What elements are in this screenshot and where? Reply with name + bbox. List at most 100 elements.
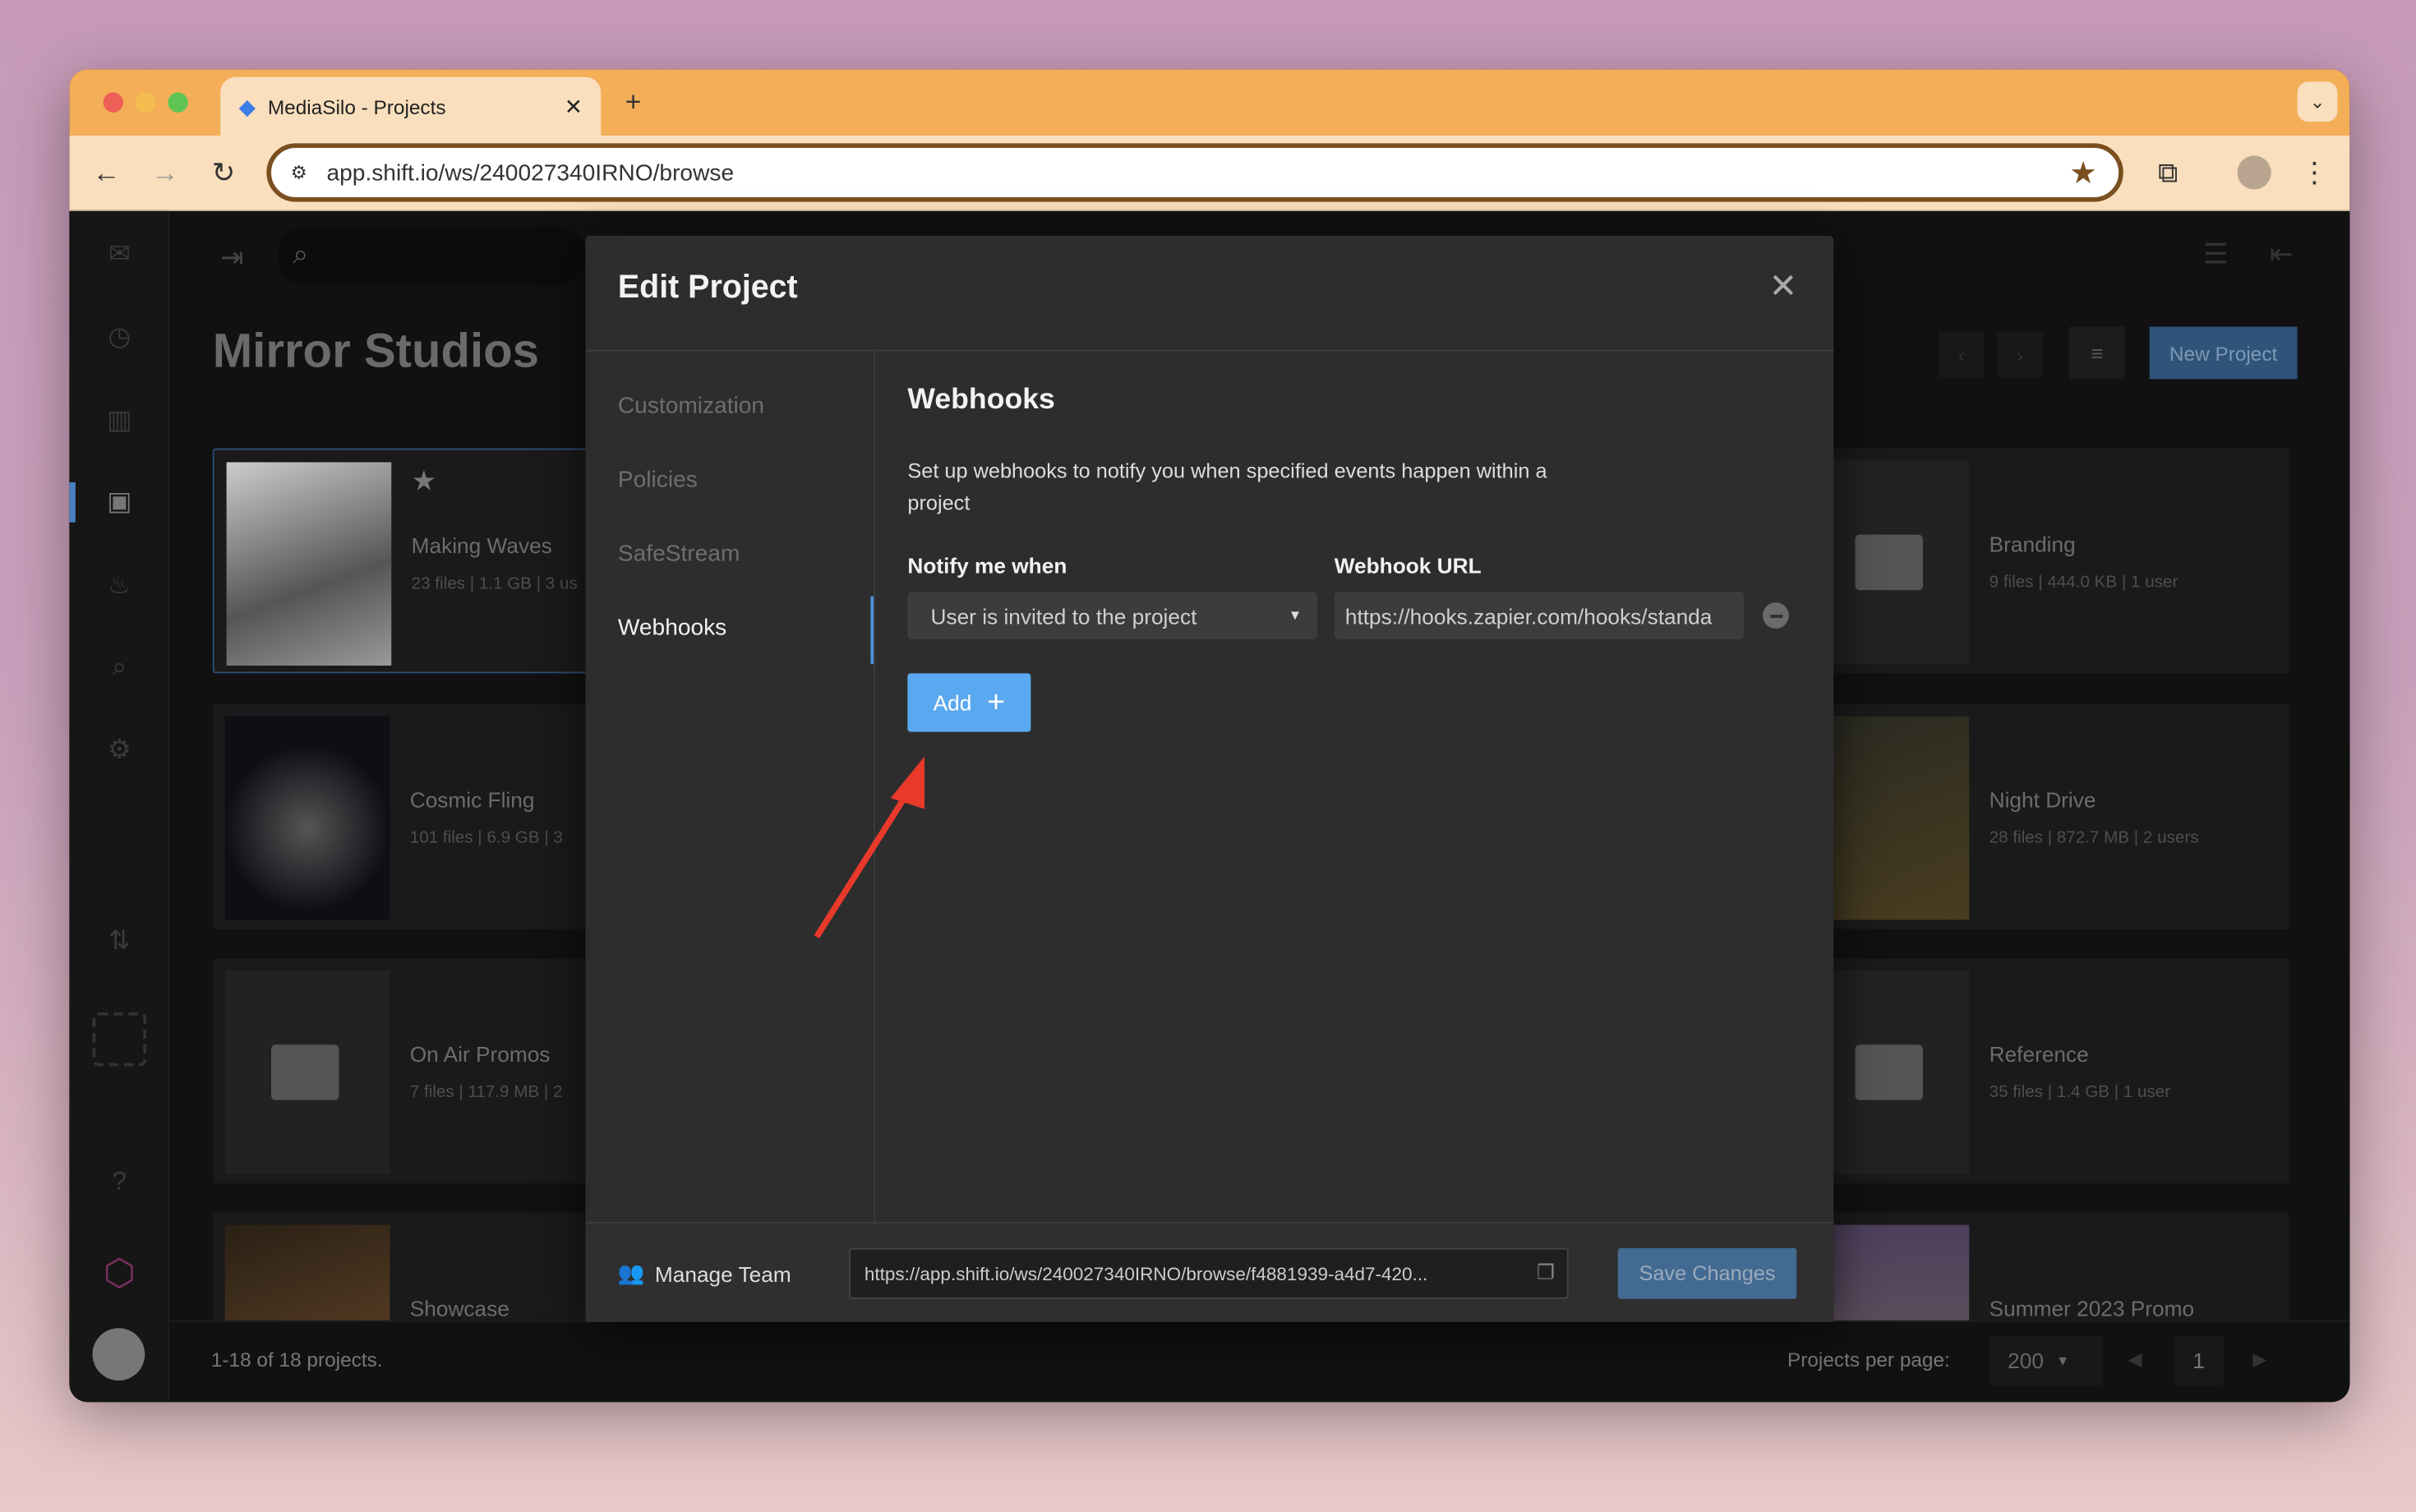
project-thumbnail bbox=[1833, 970, 1970, 1174]
nav-safestream[interactable]: SafeStream bbox=[618, 541, 740, 567]
project-title: Cosmic Fling bbox=[409, 787, 535, 813]
recent-icon[interactable]: ◷ bbox=[69, 322, 169, 353]
section-description: Set up webhooks to notify you when speci… bbox=[907, 459, 1547, 515]
archive-box-icon bbox=[271, 1044, 339, 1100]
prev-arrow-button[interactable]: ‹ bbox=[1938, 331, 1985, 378]
project-title: Night Drive bbox=[1989, 787, 2096, 813]
tab-search-chevron-icon[interactable]: ⌄ bbox=[2297, 81, 2338, 122]
url-text: app.shift.io/ws/240027340IRNO/browse bbox=[326, 159, 735, 186]
maximize-window-button[interactable] bbox=[168, 92, 188, 113]
inbox-icon[interactable]: ✉ bbox=[69, 239, 169, 270]
project-card[interactable]: Reference 35 files | 1.4 GB | 1 user bbox=[1753, 958, 2290, 1183]
chevron-down-icon: ▼ bbox=[1288, 606, 1303, 623]
mediasilo-logo-icon: ◆ bbox=[238, 93, 256, 118]
per-page-label: Projects per page: bbox=[1787, 1348, 1950, 1371]
plus-icon: + bbox=[987, 685, 1006, 719]
notify-event-select[interactable]: User is invited to the project ▼ bbox=[907, 592, 1318, 640]
per-page-value: 200 bbox=[2008, 1348, 2044, 1373]
share-url-field[interactable]: https://app.shift.io/ws/240027340IRNO/br… bbox=[849, 1247, 1569, 1299]
project-title: Reference bbox=[1989, 1041, 2089, 1067]
add-webhook-button[interactable]: Add + bbox=[907, 673, 1031, 732]
modal-title: Edit Project bbox=[617, 270, 798, 306]
project-card[interactable]: Summer 2023 Promo bbox=[1753, 1212, 2290, 1321]
project-thumbnail bbox=[224, 1224, 390, 1321]
address-bar[interactable]: ⚙ app.shift.io/ws/240027340IRNO/browse ★ bbox=[266, 143, 2123, 202]
nav-webhooks[interactable]: Webhooks bbox=[618, 615, 726, 641]
analytics-icon[interactable]: ▥ bbox=[69, 405, 169, 436]
upload-dropzone[interactable] bbox=[92, 1012, 147, 1067]
collapse-right-icon[interactable]: ⇤ bbox=[2270, 239, 2293, 271]
user-avatar[interactable] bbox=[92, 1328, 145, 1381]
browser-tab[interactable]: ◆ MediaSilo - Projects ✕ bbox=[220, 76, 602, 136]
section-title: Webhooks bbox=[907, 383, 1055, 417]
nav-policies[interactable]: Policies bbox=[618, 467, 698, 493]
settings-icon[interactable]: ⚙ bbox=[69, 735, 169, 766]
archive-box-icon bbox=[1855, 534, 1923, 591]
per-page-select[interactable]: 200 ▼ bbox=[1989, 1335, 2104, 1385]
project-title: Making Waves bbox=[411, 532, 552, 558]
share-url-value: https://app.shift.io/ws/240027340IRNO/br… bbox=[864, 1262, 1428, 1284]
add-label: Add bbox=[933, 690, 972, 715]
project-thumbnail bbox=[1833, 460, 1970, 665]
annotation-arrow bbox=[814, 756, 924, 939]
project-thumbnail bbox=[1833, 716, 1970, 920]
modal-footer: 👥 Manage Team https://app.shift.io/ws/24… bbox=[585, 1221, 1834, 1322]
project-thumbnail bbox=[224, 716, 390, 920]
profile-avatar[interactable] bbox=[2237, 155, 2271, 190]
search-icon: ⌕ bbox=[293, 238, 309, 270]
browser-toolbar: ← → ↻ ⚙ app.shift.io/ws/240027340IRNO/br… bbox=[69, 136, 2350, 211]
copy-icon[interactable]: ❐ bbox=[1537, 1261, 1555, 1285]
project-card[interactable]: Night Drive 28 files | 872.7 MB | 2 user… bbox=[1753, 703, 2290, 929]
project-meta: 101 files | 6.9 GB | 3 bbox=[409, 828, 563, 848]
project-title: Summer 2023 Promo bbox=[1989, 1295, 2195, 1321]
divider bbox=[585, 349, 1834, 352]
tab-bar: ◆ MediaSilo - Projects ✕ + ⌄ bbox=[69, 69, 2350, 136]
project-title: Showcase bbox=[409, 1295, 509, 1321]
search-input[interactable]: ⌕ bbox=[277, 226, 586, 285]
close-window-button[interactable] bbox=[103, 92, 123, 113]
new-tab-icon[interactable]: + bbox=[616, 85, 650, 118]
project-meta: 35 files | 1.4 GB | 1 user bbox=[1989, 1083, 2171, 1102]
collapse-sidebar-icon[interactable]: ⇥ bbox=[220, 242, 243, 274]
minimize-window-button[interactable] bbox=[136, 92, 156, 113]
next-page-icon[interactable]: ▶ bbox=[2252, 1348, 2266, 1370]
list-view-icon[interactable]: ☰ bbox=[2203, 239, 2228, 271]
project-meta: 23 files | 1.1 GB | 3 us bbox=[411, 574, 578, 593]
notify-event-value: User is invited to the project bbox=[930, 603, 1197, 629]
edit-project-modal: Edit Project ✕ Customization Policies Sa… bbox=[585, 235, 1834, 1322]
filter-button[interactable]: ≡ bbox=[2069, 326, 2125, 380]
brand-logo-icon: ⬡ bbox=[103, 1252, 136, 1294]
close-icon[interactable]: ✕ bbox=[1769, 266, 1798, 307]
active-indicator bbox=[69, 482, 76, 523]
save-changes-button[interactable]: Save Changes bbox=[1617, 1247, 1797, 1299]
page-title: Mirror Studios bbox=[212, 323, 539, 378]
forward-icon[interactable]: → bbox=[146, 154, 183, 191]
help-icon[interactable]: ? bbox=[69, 1166, 169, 1197]
left-rail: ✉ ◷ ▥ ▣ ♨ ⌕ ⚙ ⇅ ? ⬡ bbox=[69, 210, 170, 1403]
back-icon[interactable]: ← bbox=[88, 154, 125, 191]
bookmark-star-icon[interactable]: ★ bbox=[2069, 154, 2097, 192]
extensions-icon[interactable]: ⧉ bbox=[2150, 154, 2187, 191]
browser-menu-icon[interactable]: ⋮ bbox=[2296, 154, 2333, 191]
nav-customization[interactable]: Customization bbox=[618, 393, 764, 419]
webhook-url-input[interactable]: https://hooks.zapier.com/hooks/standa bbox=[1334, 592, 1745, 640]
browser-window: ◆ MediaSilo - Projects ✕ + ⌄ ← → ↻ ⚙ app… bbox=[69, 69, 2350, 1403]
project-card[interactable]: Branding 9 files | 444.0 KB | 1 user bbox=[1753, 448, 2290, 674]
active-nav-indicator bbox=[870, 596, 874, 665]
notify-label: Notify me when bbox=[907, 553, 1067, 579]
next-arrow-button[interactable]: › bbox=[1997, 331, 2044, 378]
remove-webhook-icon[interactable] bbox=[1763, 602, 1789, 629]
favorite-star-icon[interactable]: ★ bbox=[412, 465, 436, 497]
webhook-url-label: Webhook URL bbox=[1334, 553, 1482, 579]
transfers-icon[interactable]: ⇅ bbox=[69, 926, 169, 957]
site-settings-icon[interactable]: ⚙ bbox=[280, 154, 317, 191]
projects-icon[interactable]: ▣ bbox=[69, 487, 169, 519]
close-tab-icon[interactable]: ✕ bbox=[565, 93, 583, 119]
search-icon[interactable]: ⌕ bbox=[69, 652, 169, 683]
new-project-button[interactable]: New Project bbox=[2149, 326, 2298, 380]
trending-icon[interactable]: ♨ bbox=[69, 570, 169, 602]
prev-page-icon[interactable]: ◀ bbox=[2128, 1348, 2142, 1370]
manage-team-link[interactable]: Manage Team bbox=[655, 1262, 791, 1287]
reload-icon[interactable]: ↻ bbox=[205, 154, 242, 191]
current-page[interactable]: 1 bbox=[2174, 1335, 2224, 1385]
